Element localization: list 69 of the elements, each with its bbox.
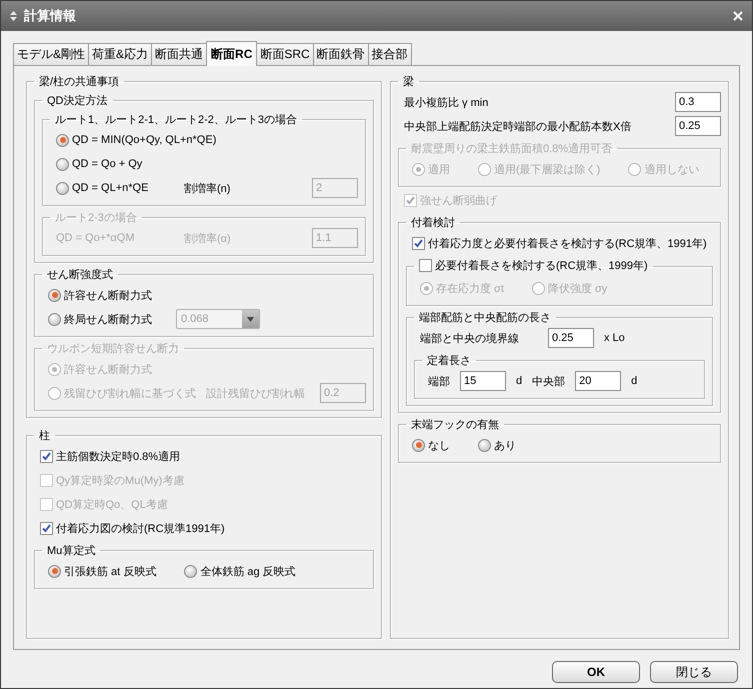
field-label: 設計残留ひび割れ幅 — [206, 386, 305, 400]
radio-button[interactable]: あり — [478, 438, 516, 452]
radio-button[interactable]: 全体鉄筋 ag 反映式 — [184, 564, 296, 578]
input-field[interactable]: 0.25 — [675, 116, 721, 136]
field-label: d — [516, 375, 522, 387]
tab[interactable]: 断面RC — [206, 41, 258, 66]
group-title: 付着検討 — [411, 217, 455, 229]
group-title: ウルボン短期許容せん断力 — [47, 343, 179, 355]
radio-dot[interactable] — [56, 158, 69, 170]
checkbox[interactable]: 付着応力度と必要付着長さを検討する(RC規準、1991年) — [412, 236, 707, 250]
checkbox[interactable]: 主筋個数決定時0.8%適用 — [40, 448, 180, 464]
field-label: 最小複筋比 γ min — [404, 96, 490, 110]
radio-dot[interactable] — [48, 312, 61, 326]
tab[interactable]: 断面鉄骨 — [312, 43, 369, 65]
group-title: 柱 — [39, 430, 50, 442]
checkmark-icon — [41, 450, 52, 462]
group-title: ルート1、ルート2-1、ルート2-2、ルート3の場合 — [55, 114, 298, 126]
field-label: 割増率(α) — [184, 232, 231, 246]
group-title: 端部配筋と中央配筋の長さ — [419, 312, 551, 324]
field-label: 端部と中央の境界線 — [420, 332, 520, 346]
field-label: d — [631, 375, 638, 387]
radio-dot[interactable] — [56, 182, 69, 194]
field-label: 端部 — [428, 374, 450, 388]
group-title: ルート2-3の場合 — [55, 212, 137, 224]
input-field[interactable]: 15 — [460, 371, 506, 391]
field-label: QD = Qo+*αQM — [56, 232, 136, 244]
close-button[interactable]: 閉じる — [650, 661, 738, 683]
tab[interactable]: 荷重&応力 — [88, 43, 152, 65]
checkbox[interactable]: 付着応力図の検討(RC規準1991年) — [40, 520, 225, 536]
radio-dot[interactable] — [412, 438, 425, 452]
radio-button[interactable]: 許容せん断耐力式 — [48, 288, 152, 302]
group-title: 耐震壁周りの梁主鉄筋面積0.8%適用可否 — [411, 143, 612, 155]
field-label: x Lo — [604, 332, 625, 344]
input-field[interactable]: 20 — [575, 371, 622, 391]
window-title: 計算情報 — [24, 7, 76, 25]
radio-button[interactable]: QD = Qo + Qy — [56, 158, 142, 170]
radio-dot[interactable] — [184, 564, 198, 578]
field-label: 中央部上端配筋決定時端部の最小配筋本数X倍 — [404, 120, 632, 134]
input-field[interactable]: 0.25 — [548, 328, 594, 348]
group-title: Mu算定式 — [47, 545, 96, 557]
radio-button[interactable]: 終局せん断耐力式 — [48, 312, 166, 326]
checkmark-icon — [405, 194, 416, 206]
group-title: 梁 — [403, 76, 414, 88]
field-label: 中央部 — [532, 374, 566, 388]
ok-button[interactable]: OK — [552, 661, 640, 683]
checkbox[interactable]: 必要付着長さを検討する(RC規準、1999年) — [419, 258, 648, 273]
radio-dot[interactable] — [48, 564, 61, 578]
group-title: 梁/柱の共通事項 — [39, 76, 120, 88]
field-label: 割増率(n) — [184, 182, 230, 196]
radio-button[interactable]: なし — [412, 438, 450, 452]
radio-button[interactable]: 引張鉄筋 at 反映式 — [48, 564, 156, 578]
input-field[interactable]: 0.3 — [675, 92, 721, 112]
radio-dot[interactable] — [48, 288, 61, 302]
group-title: せん断強度式 — [47, 269, 113, 281]
close-icon[interactable] — [732, 10, 744, 22]
group-title: 末端フックの有無 — [411, 419, 499, 431]
tab[interactable]: 接合部 — [368, 43, 412, 65]
radio-dot[interactable] — [478, 438, 491, 452]
checkmark-icon — [413, 238, 424, 248]
group-title: QD決定方法 — [47, 95, 108, 107]
radio-button[interactable]: QD = QL+n*QE — [56, 182, 174, 194]
checkmark-icon — [41, 522, 52, 534]
tab[interactable]: 断面共通 — [151, 43, 208, 65]
tab[interactable]: モデル&剛性 — [13, 43, 90, 65]
radio-dot[interactable] — [56, 134, 69, 146]
updown-arrows-icon[interactable] — [9, 10, 18, 22]
tab[interactable]: 断面SRC — [256, 43, 314, 65]
group-title: 定着長さ — [427, 355, 471, 367]
radio-button[interactable]: QD = MIN(Qo+Qy, QL+n*QE) — [56, 134, 216, 146]
